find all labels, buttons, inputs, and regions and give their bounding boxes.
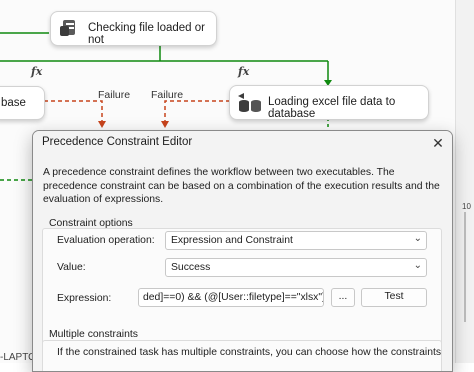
- expression-label: Expression:: [57, 293, 112, 304]
- precedence-constraint-dialog: Precedence Constraint Editor ✕ A precede…: [32, 130, 453, 372]
- script-task-icon: [60, 20, 75, 36]
- task-loading-label: Loading excel file data to database: [268, 96, 396, 120]
- close-icon[interactable]: ✕: [428, 133, 448, 153]
- evaluation-value: Expression and Constraint: [171, 235, 293, 246]
- test-button[interactable]: Test: [361, 288, 427, 307]
- task-partial-left[interactable]: base: [0, 86, 45, 120]
- chevron-down-icon: ⌄: [413, 260, 422, 271]
- chevron-down-icon: ⌄: [413, 233, 422, 244]
- bottom-left-text: -LAPTO: [0, 352, 36, 363]
- dialog-title: Precedence Constraint Editor: [42, 136, 193, 148]
- value-label: Value:: [57, 262, 86, 273]
- failure-label-left: Failure: [98, 89, 131, 101]
- fx-right-icon[interactable]: fx: [238, 65, 249, 78]
- value-value: Success: [171, 262, 211, 273]
- expression-input[interactable]: ded]==0) && (@[User::filetype]=="xlsx"): [138, 288, 324, 307]
- value-dropdown[interactable]: Success ⌄: [165, 258, 427, 277]
- evaluation-operation-dropdown[interactable]: Expression and Constraint ⌄: [165, 231, 427, 250]
- data-flow-task-icon: [238, 93, 261, 112]
- multiple-constraints-header: Multiple constraints: [49, 329, 138, 340]
- multiple-constraints-text: If the constrained task has multiple con…: [57, 347, 442, 358]
- failure-label-right: Failure: [151, 89, 184, 101]
- task-checking-label: Checking file loaded or not: [88, 22, 205, 46]
- ruler-track[interactable]: [464, 212, 466, 322]
- task-partial-label: base: [1, 97, 26, 109]
- ruler-label: 10: [462, 202, 471, 211]
- evaluation-label: Evaluation operation:: [57, 235, 155, 246]
- fx-left-icon[interactable]: fx: [31, 65, 42, 78]
- dialog-description: A precedence constraint defines the work…: [43, 167, 440, 205]
- task-checking-file[interactable]: Checking file loaded or not: [50, 11, 217, 46]
- task-loading-excel[interactable]: Loading excel file data to database: [229, 85, 429, 120]
- expression-builder-button[interactable]: ...: [331, 288, 355, 307]
- dialog-titlebar[interactable]: Precedence Constraint Editor ✕: [33, 131, 452, 155]
- right-ruler-strip: 10: [455, 0, 474, 363]
